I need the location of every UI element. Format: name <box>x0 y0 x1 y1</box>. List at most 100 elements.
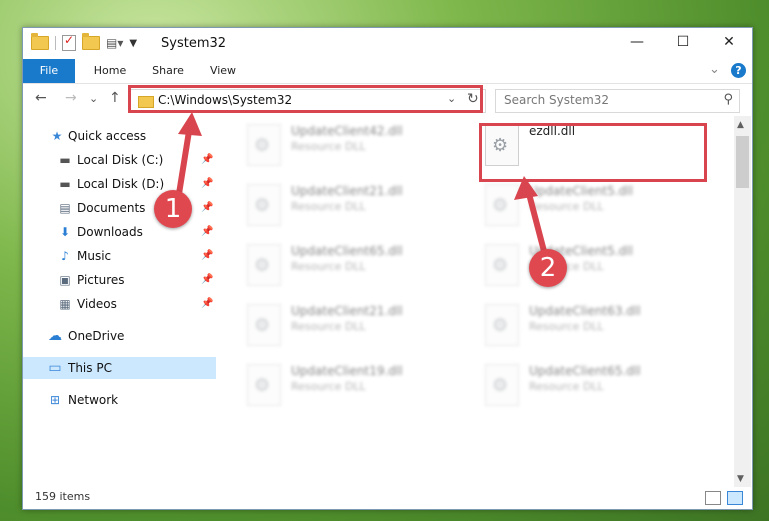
sidebar-item-label: Quick access <box>68 129 147 143</box>
maximize-button[interactable]: ☐ <box>660 28 706 59</box>
sidebar-item-music[interactable]: ♪ Music 📌 <box>23 245 216 267</box>
file-name: UpdateClient65.dll <box>291 244 403 258</box>
sidebar-item-network[interactable]: ⊞ Network <box>23 389 216 411</box>
recent-locations-button[interactable]: ⌄ <box>89 92 98 105</box>
divider <box>55 36 56 50</box>
dll-file-icon <box>247 304 281 346</box>
sidebar-item-local-disk-c[interactable]: ▬ Local Disk (C:) 📌 <box>23 149 216 171</box>
file-type: Resource DLL <box>529 320 604 333</box>
window-title: System32 <box>161 36 227 51</box>
forward-button[interactable]: → <box>65 90 77 106</box>
new-folder-icon[interactable] <box>82 33 100 50</box>
help-icon[interactable]: ? <box>731 63 746 78</box>
large-icons-view-icon[interactable] <box>727 491 743 505</box>
documents-icon: ▤ <box>59 201 71 215</box>
file-name: UpdateClient42.dll <box>291 124 403 138</box>
quick-access-toolbar: ▤▾ ▼ <box>31 33 137 51</box>
sidebar-item-videos[interactable]: ▦ Videos 📌 <box>23 293 216 315</box>
file-item[interactable]: UpdateClient5.dll Resource DLL <box>461 238 691 288</box>
customize-toolbar-icon[interactable]: ▤▾ <box>106 36 123 50</box>
dll-file-icon <box>247 184 281 226</box>
search-box[interactable]: Search System32 ⚲ <box>495 89 740 113</box>
search-icon[interactable]: ⚲ <box>723 92 733 107</box>
sidebar-item-label: Local Disk (D:) <box>77 177 165 191</box>
file-name: UpdateClient21.dll <box>291 184 403 198</box>
computer-icon: ▭ <box>48 360 62 376</box>
file-type: Resource DLL <box>291 140 366 153</box>
vertical-scrollbar[interactable]: ▲ ▼ <box>734 116 751 488</box>
sidebar-item-label: Music <box>77 249 112 263</box>
toolbar-dropdown-icon[interactable]: ▼ <box>129 38 137 49</box>
cloud-icon: ☁ <box>48 328 62 344</box>
file-name: UpdateClient65.dll <box>529 364 641 378</box>
tab-view[interactable]: View <box>200 59 246 83</box>
pin-icon[interactable]: 📌 <box>201 269 213 291</box>
pin-icon[interactable]: 📌 <box>201 197 213 219</box>
pin-icon[interactable]: 📌 <box>201 221 213 243</box>
folder-icon[interactable] <box>31 33 49 50</box>
tab-share[interactable]: Share <box>143 59 193 83</box>
ribbon-expand-icon[interactable]: ⌄ <box>709 62 720 77</box>
file-name: UpdateClient63.dll <box>529 304 641 318</box>
pin-icon[interactable]: 📌 <box>201 245 213 267</box>
file-item[interactable]: UpdateClient63.dll Resource DLL <box>461 298 691 348</box>
properties-icon[interactable] <box>62 33 76 51</box>
sidebar-item-pictures[interactable]: ▣ Pictures 📌 <box>23 269 216 291</box>
back-button[interactable]: ← <box>35 90 47 106</box>
close-button[interactable]: ✕ <box>706 28 752 59</box>
file-item[interactable]: UpdateClient19.dll Resource DLL <box>223 358 453 408</box>
dll-file-icon <box>485 304 519 346</box>
tab-file[interactable]: File <box>23 59 75 83</box>
file-item[interactable]: UpdateClient21.dll Resource DLL <box>223 298 453 348</box>
address-highlight-box <box>128 85 483 113</box>
sidebar-item-label: Local Disk (C:) <box>77 153 164 167</box>
file-name: UpdateClient21.dll <box>291 304 403 318</box>
tab-home[interactable]: Home <box>85 59 135 83</box>
pin-icon[interactable]: 📌 <box>201 173 213 195</box>
sidebar-item-label: Downloads <box>77 225 143 239</box>
file-item[interactable]: UpdateClient42.dll Resource DLL <box>223 118 453 168</box>
sidebar-item-quick-access[interactable]: ★ Quick access <box>23 125 216 147</box>
dll-file-icon <box>247 124 281 166</box>
file-type: Resource DLL <box>529 380 604 393</box>
dll-file-icon <box>485 244 519 286</box>
details-view-icon[interactable] <box>705 491 721 505</box>
minimize-button[interactable]: — <box>614 28 660 59</box>
pin-icon[interactable]: 📌 <box>201 149 213 171</box>
star-icon: ★ <box>51 129 63 143</box>
file-type: Resource DLL <box>291 200 366 213</box>
videos-icon: ▦ <box>59 297 71 311</box>
file-item[interactable]: UpdateClient21.dll Resource DLL <box>223 178 453 228</box>
file-type: Resource DLL <box>291 260 366 273</box>
file-item[interactable]: UpdateClient65.dll Resource DLL <box>461 358 691 408</box>
sidebar-item-label: Network <box>68 393 119 407</box>
sidebar-item-local-disk-d[interactable]: ▬ Local Disk (D:) 📌 <box>23 173 216 195</box>
sidebar-item-label: This PC <box>68 361 112 375</box>
scroll-down-icon[interactable]: ▼ <box>737 474 744 484</box>
sidebar-item-label: OneDrive <box>68 329 125 343</box>
step-2-badge: 2 <box>529 249 567 287</box>
sidebar-item-downloads[interactable]: ⬇ Downloads 📌 <box>23 221 216 243</box>
item-count: 159 items <box>35 490 91 503</box>
file-name: UpdateClient5.dll <box>529 184 633 198</box>
title-bar: ▤▾ ▼ System32 — ☐ ✕ <box>23 28 752 59</box>
sidebar-item-this-pc[interactable]: ▭ This PC <box>23 357 216 379</box>
drive-icon: ▬ <box>59 177 71 191</box>
downloads-icon: ⬇ <box>59 225 71 239</box>
up-button[interactable]: ↑ <box>109 90 121 106</box>
step-1-badge: 1 <box>154 190 192 228</box>
file-item[interactable]: UpdateClient65.dll Resource DLL <box>223 238 453 288</box>
music-icon: ♪ <box>61 249 69 263</box>
file-item[interactable]: UpdateClient5.dll Resource DLL <box>461 178 691 228</box>
search-input[interactable]: Search System32 <box>504 93 609 107</box>
scroll-up-icon[interactable]: ▲ <box>737 120 744 130</box>
dll-file-icon <box>485 184 519 226</box>
file-highlight-box <box>479 123 707 182</box>
network-icon: ⊞ <box>49 393 61 407</box>
sidebar-item-onedrive[interactable]: ☁ OneDrive <box>23 325 216 347</box>
pin-icon[interactable]: 📌 <box>201 293 213 315</box>
dll-file-icon <box>247 364 281 406</box>
scroll-thumb[interactable] <box>736 136 749 188</box>
sidebar-item-label: Videos <box>77 297 117 311</box>
file-type: Resource DLL <box>291 320 366 333</box>
